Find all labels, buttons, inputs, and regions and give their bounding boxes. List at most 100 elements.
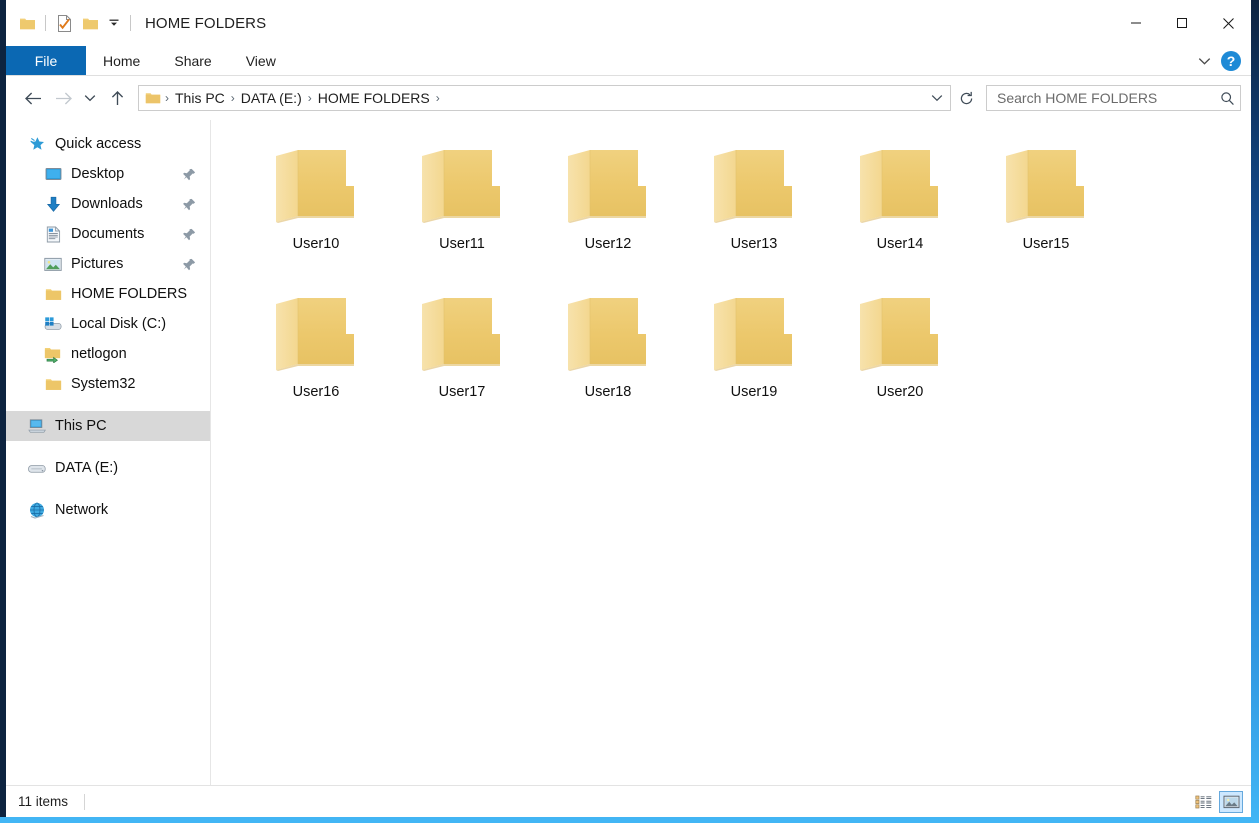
pin-icon[interactable]	[182, 227, 196, 241]
expand-ribbon-chevron-down-icon[interactable]	[1193, 50, 1215, 72]
breadcrumb-item-this-pc[interactable]: This PC	[170, 90, 230, 106]
pin-icon[interactable]	[182, 257, 196, 271]
window-body: Quick access Desktop Downloads Documents…	[6, 120, 1251, 785]
tab-home[interactable]: Home	[86, 46, 157, 75]
breadcrumb-item-home-folders[interactable]: HOME FOLDERS	[313, 90, 435, 106]
breadcrumb-separator-3[interactable]: ›	[435, 91, 441, 105]
tab-file[interactable]: File	[6, 46, 86, 75]
breadcrumb-dropdown-chevron-down-icon[interactable]	[926, 86, 948, 110]
file-item-label: User19	[730, 384, 778, 400]
address-bar: › This PC › DATA (E:) › HOME FOLDERS ›	[6, 76, 1251, 120]
up-button[interactable]	[102, 83, 132, 113]
file-item[interactable]: User12	[535, 134, 681, 282]
sidebar-item-desktop[interactable]: Desktop	[6, 159, 210, 189]
file-item[interactable]: User19	[681, 282, 827, 430]
sidebar-item-this-pc[interactable]: This PC	[6, 411, 210, 441]
qat-customize-dropdown[interactable]	[103, 10, 125, 36]
qat-properties-icon[interactable]	[51, 10, 77, 36]
sidebar-item-label: System32	[71, 376, 136, 392]
file-item-hit[interactable]: User17	[408, 288, 516, 403]
file-item[interactable]: User13	[681, 134, 827, 282]
file-item-hit[interactable]: User16	[262, 288, 370, 403]
file-item-label: User16	[292, 384, 340, 400]
large-icons-view-button[interactable]	[1219, 790, 1243, 813]
file-item-label: User15	[1022, 236, 1070, 252]
file-item-hit[interactable]: User10	[262, 140, 370, 255]
windows-disk-icon	[44, 315, 62, 333]
sidebar-item-netlogon[interactable]: netlogon	[6, 339, 210, 369]
file-item-hit[interactable]: User12	[554, 140, 662, 255]
refresh-button[interactable]	[953, 85, 979, 111]
details-view-button[interactable]	[1191, 791, 1215, 813]
qat-explorer-icon[interactable]	[14, 10, 40, 36]
sidebar-item-quick-access[interactable]: Quick access	[6, 129, 210, 159]
sidebar-item-documents[interactable]: Documents	[6, 219, 210, 249]
file-list-view[interactable]: User10 User11 User12 User13 User14 User1…	[211, 120, 1251, 785]
file-item[interactable]: User17	[389, 282, 535, 430]
file-item-hit[interactable]: User20	[846, 288, 954, 403]
file-item[interactable]: User11	[389, 134, 535, 282]
tab-share[interactable]: Share	[157, 46, 228, 75]
file-item[interactable]: User15	[973, 134, 1119, 282]
breadcrumb-folder-icon	[144, 89, 162, 107]
document-icon	[44, 225, 62, 243]
file-item-hit[interactable]: User18	[554, 288, 662, 403]
search-icon[interactable]	[1214, 86, 1240, 110]
breadcrumb-item-data-e[interactable]: DATA (E:)	[236, 90, 307, 106]
minimize-button[interactable]	[1113, 0, 1159, 46]
file-item-hit[interactable]: User15	[992, 140, 1100, 255]
sidebar-item-label: Downloads	[71, 196, 143, 212]
status-divider	[84, 793, 86, 810]
shared-folder-icon	[44, 345, 62, 363]
breadcrumb: › This PC › DATA (E:) › HOME FOLDERS ›	[144, 89, 926, 107]
navigation-pane[interactable]: Quick access Desktop Downloads Documents…	[6, 120, 211, 785]
sidebar-item-data-e[interactable]: DATA (E:)	[6, 453, 210, 483]
sidebar-item-network[interactable]: Network	[6, 495, 210, 525]
file-item[interactable]: User10	[243, 134, 389, 282]
search-box[interactable]	[986, 85, 1241, 111]
sidebar-item-label: Pictures	[71, 256, 124, 272]
file-item-hit[interactable]: User19	[700, 288, 808, 403]
file-item-label: User12	[584, 236, 632, 252]
sidebar-item-system32[interactable]: System32	[6, 369, 210, 399]
back-button[interactable]	[18, 83, 48, 113]
help-button[interactable]: ?	[1221, 51, 1241, 71]
breadcrumb-bar[interactable]: › This PC › DATA (E:) › HOME FOLDERS ›	[138, 85, 951, 111]
folder-glyph	[422, 298, 500, 371]
file-item-label: User13	[730, 236, 778, 252]
maximize-button[interactable]	[1159, 0, 1205, 46]
sidebar-item-home-folders[interactable]: HOME FOLDERS	[6, 279, 210, 309]
file-item-hit[interactable]: User14	[846, 140, 954, 255]
folder-glyph	[1006, 150, 1084, 223]
sidebar-item-label: DATA (E:)	[55, 460, 119, 476]
search-input[interactable]	[995, 89, 1214, 107]
folder-glyph	[276, 150, 354, 223]
qat-new-folder-icon[interactable]	[77, 10, 103, 36]
pin-icon[interactable]	[182, 167, 196, 181]
file-item[interactable]: User14	[827, 134, 973, 282]
folder-glyph	[276, 298, 354, 371]
tab-view[interactable]: View	[229, 46, 293, 75]
sidebar-item-pictures[interactable]: Pictures	[6, 249, 210, 279]
sidebar-item-local-disk-c[interactable]: Local Disk (C:)	[6, 309, 210, 339]
file-item[interactable]: User18	[535, 282, 681, 430]
file-grid: User10 User11 User12 User13 User14 User1…	[243, 134, 1251, 430]
folder-glyph	[568, 298, 646, 371]
window-controls	[1113, 0, 1251, 46]
recent-locations-chevron-down-icon[interactable]	[78, 83, 102, 113]
close-button[interactable]	[1205, 0, 1251, 46]
file-item[interactable]: User16	[243, 282, 389, 430]
sidebar-item-downloads[interactable]: Downloads	[6, 189, 210, 219]
download-icon	[44, 195, 62, 213]
sidebar-item-label: HOME FOLDERS	[71, 286, 188, 302]
file-item[interactable]: User20	[827, 282, 973, 430]
file-item-label: User10	[292, 236, 340, 252]
file-item-label: User11	[439, 236, 485, 252]
qat-separator-2	[130, 15, 131, 31]
file-item-hit[interactable]: User11	[408, 140, 516, 255]
file-item-hit[interactable]: User13	[700, 140, 808, 255]
pin-icon[interactable]	[182, 197, 196, 211]
